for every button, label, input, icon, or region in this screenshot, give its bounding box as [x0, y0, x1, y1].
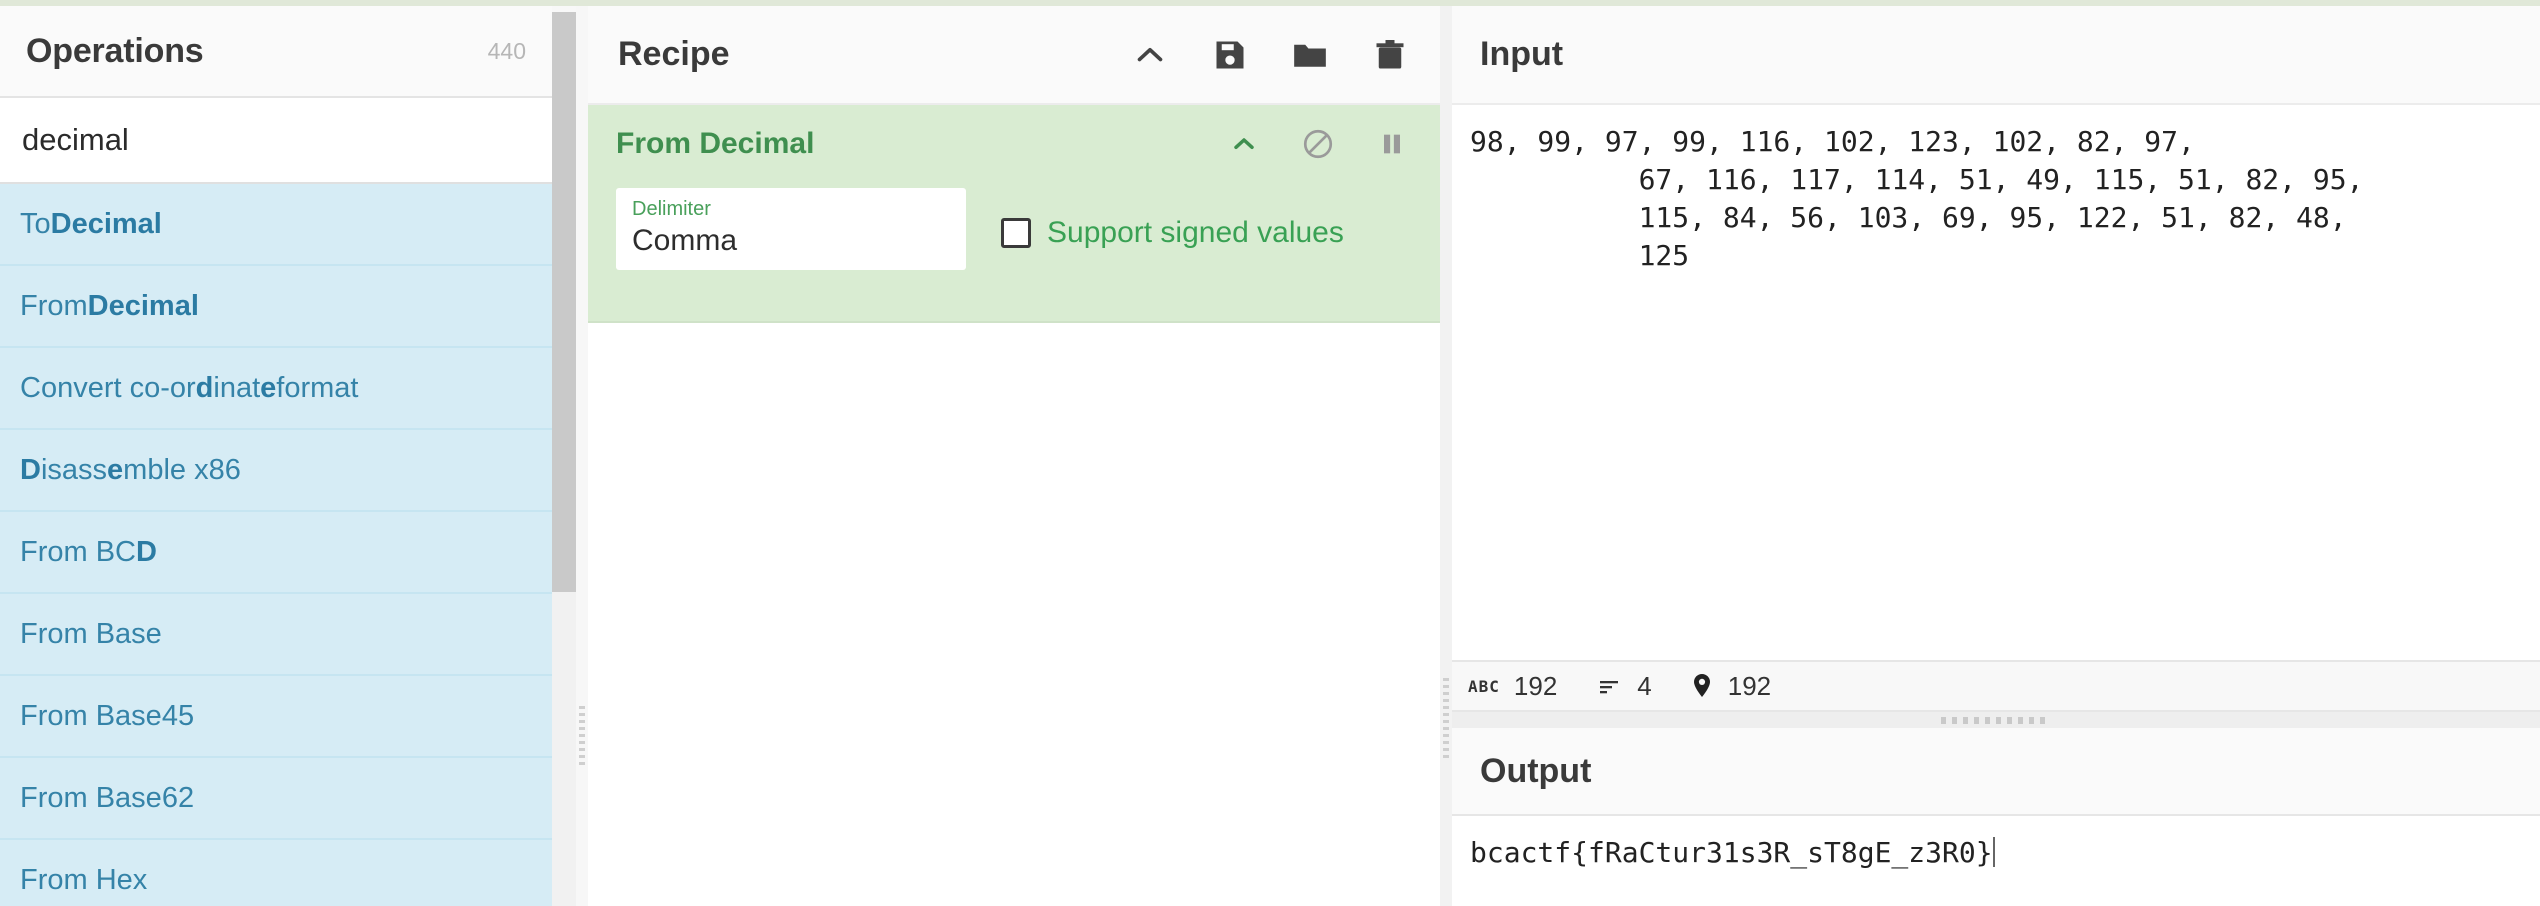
operations-title: Operations [26, 31, 204, 70]
operation-label-text: From Base62 [20, 781, 195, 814]
splitter-operations-recipe[interactable] [576, 6, 588, 906]
cyberchef-app: Operations 440 To DecimalFrom DecimalCon… [0, 0, 2540, 906]
support-signed-values-label: Support signed values [1047, 216, 1344, 249]
operation-list-item[interactable]: From Base [0, 594, 552, 676]
operation-match-text: Decimal [50, 207, 162, 240]
search-input[interactable] [22, 122, 530, 158]
operations-scrollbar-thumb[interactable] [552, 12, 576, 592]
trash-icon[interactable] [1370, 35, 1410, 75]
recipe-header: Recipe [588, 6, 1440, 105]
input-status-bar: ABC 192 4 192 [1452, 660, 2540, 712]
abc-icon: ABC [1468, 676, 1500, 696]
operation-list-item[interactable]: From Decimal [0, 266, 552, 348]
operation-list-item[interactable]: From Base45 [0, 676, 552, 758]
operations-pane: Operations 440 To DecimalFrom DecimalCon… [0, 6, 576, 906]
delimiter-value: Comma [632, 224, 738, 257]
operations-header: Operations 440 [0, 6, 552, 98]
recipe-pane: Recipe From Decimal Delimiter Comma Supp… [588, 6, 1440, 906]
operation-match-text: e [107, 453, 124, 486]
operation-match-text: D [136, 535, 157, 568]
operation-list-item[interactable]: From Hex [0, 840, 552, 906]
output-header: Output [1452, 728, 2540, 816]
input-length-stat: ABC 192 [1468, 671, 1557, 702]
io-pane: Input 98, 99, 97, 99, 116, 102, 123, 102… [1452, 6, 2540, 906]
operation-label-text: isass [40, 453, 108, 486]
recipe-operation-arguments: Delimiter Comma Support signed values [588, 183, 1440, 323]
operation-label-text: From Base [20, 617, 162, 650]
output-title: Output [1480, 751, 1592, 790]
splitter-recipe-io[interactable] [1440, 6, 1452, 906]
recipe-toolbar [1130, 35, 1410, 75]
recipe-operation-from-decimal[interactable]: From Decimal Delimiter Comma Support sig… [588, 105, 1440, 323]
operation-list-item[interactable]: Disass e mble x86 [0, 430, 552, 512]
operation-match-text: e [260, 371, 277, 404]
save-icon[interactable] [1210, 35, 1250, 75]
operation-list-item[interactable]: From Base62 [0, 758, 552, 840]
operations-list[interactable]: To Decimal From Decimal Convert co-or d inat… [0, 184, 552, 906]
output-text: bcactf{fRaCtur31s3R_sT8gE_z3R0} [1470, 836, 1993, 869]
recipe-operation-name: From Decimal [616, 127, 815, 160]
splitter-grip-icon [1941, 717, 2051, 724]
disable-icon[interactable] [1298, 124, 1338, 164]
input-length-value: 192 [1513, 670, 1558, 701]
input-position-stat: 192 [1690, 671, 1771, 702]
operation-label-text: Convert co-or [20, 371, 196, 404]
splitter-input-output[interactable] [1452, 712, 2540, 728]
operation-match-text: D [20, 453, 41, 486]
operations-count: 440 [487, 37, 526, 64]
input-lines-value: 4 [1637, 670, 1652, 701]
operation-label-text: format [276, 371, 359, 404]
location-pin-icon [1690, 672, 1714, 700]
recipe-operation-header: From Decimal [588, 105, 1440, 183]
text-caret [1992, 837, 1995, 867]
collapse-icon[interactable] [1130, 35, 1170, 75]
operation-label-text: From BC [20, 535, 136, 568]
delimiter-label: Delimiter [632, 198, 711, 220]
operations-search[interactable] [0, 98, 552, 184]
input-title: Input [1480, 35, 1564, 73]
recipe-operation-controls [1224, 124, 1412, 164]
output-textarea[interactable]: bcactf{fRaCtur31s3R_sT8gE_z3R0} [1452, 818, 2540, 906]
operation-label-text: inat [213, 371, 261, 404]
lines-icon [1595, 674, 1623, 698]
operation-list-item[interactable]: From BC D [0, 512, 552, 594]
operation-label-text: From Hex [20, 863, 148, 896]
support-signed-values-checkbox[interactable]: Support signed values [1001, 216, 1344, 250]
folder-icon[interactable] [1290, 35, 1330, 75]
operation-match-text: d [195, 371, 214, 404]
operation-list-item[interactable]: To Decimal [0, 184, 552, 266]
operation-label-text: From [20, 289, 88, 322]
input-position-value: 192 [1727, 670, 1772, 701]
operation-list-item[interactable]: Convert co-or d inat e format [0, 348, 552, 430]
operation-match-text: Decimal [87, 289, 199, 322]
input-header: Input [1452, 6, 2540, 105]
operation-label-text: From Base45 [20, 699, 195, 732]
input-textarea[interactable]: 98, 99, 97, 99, 116, 102, 123, 102, 82, … [1452, 107, 2540, 660]
splitter-grip-icon [1443, 678, 1449, 758]
checkbox-icon[interactable] [1001, 218, 1031, 248]
operation-label-text: To [20, 207, 51, 240]
operation-label-text: mble x86 [123, 453, 241, 486]
recipe-title: Recipe [618, 35, 730, 73]
input-lines-stat: 4 [1595, 670, 1652, 702]
delimiter-field[interactable]: Delimiter Comma [616, 188, 966, 270]
chevron-up-icon[interactable] [1224, 124, 1264, 164]
splitter-grip-icon [579, 706, 585, 766]
pause-icon[interactable] [1372, 124, 1412, 164]
